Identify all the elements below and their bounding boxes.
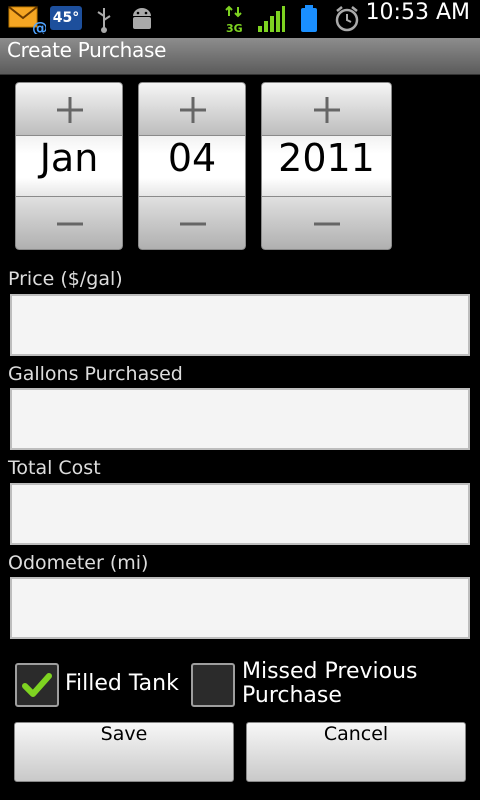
network-type-label: 3G <box>226 22 243 34</box>
day-increment-button[interactable] <box>138 82 246 136</box>
status-clock: 10:53 AM <box>365 0 470 25</box>
filled-tank-checkbox[interactable] <box>15 663 59 707</box>
save-button[interactable]: Save <box>14 722 234 782</box>
day-decrement-button[interactable] <box>138 196 246 250</box>
month-decrement-button[interactable] <box>15 196 123 250</box>
price-label: Price ($/gal) <box>8 268 123 290</box>
day-value[interactable]: 04 <box>138 136 246 196</box>
missed-previous-label[interactable]: Missed Previous Purchase <box>242 660 417 708</box>
year-decrement-button[interactable] <box>261 196 392 250</box>
odometer-label: Odometer (mi) <box>8 552 149 574</box>
weather-temperature-badge: 45° <box>50 6 82 30</box>
plus-icon <box>57 97 83 123</box>
year-picker: 2011 <box>261 82 392 250</box>
month-value[interactable]: Jan <box>15 136 123 196</box>
day-picker: 04 <box>138 82 246 250</box>
gallons-input[interactable] <box>10 388 470 450</box>
total-cost-input[interactable] <box>10 483 470 545</box>
battery-icon <box>298 4 320 34</box>
year-value[interactable]: 2011 <box>261 136 392 196</box>
minus-icon <box>314 222 340 226</box>
svg-text:@: @ <box>32 18 46 34</box>
missed-previous-label-line1: Missed Previous <box>242 659 418 684</box>
total-cost-label: Total Cost <box>8 457 101 479</box>
cancel-button[interactable]: Cancel <box>246 722 466 782</box>
email-notification-icon: @ <box>8 4 48 37</box>
year-increment-button[interactable] <box>261 82 392 136</box>
plus-icon <box>180 97 206 123</box>
title-bar: Create Purchase <box>0 38 480 75</box>
minus-icon <box>180 222 206 226</box>
alarm-icon <box>334 4 360 34</box>
gallons-label: Gallons Purchased <box>8 363 183 385</box>
android-debug-icon <box>130 4 154 34</box>
signal-icon <box>256 4 286 34</box>
month-picker: Jan <box>15 82 123 250</box>
odometer-input[interactable] <box>10 577 470 639</box>
network-3g-icon: 3G <box>224 4 246 35</box>
status-bar: @ 45° 3G <box>0 0 480 38</box>
minus-icon <box>57 222 83 226</box>
price-input[interactable] <box>10 294 470 356</box>
missed-previous-checkbox[interactable] <box>191 663 235 707</box>
usb-icon <box>94 4 114 34</box>
checkmark-icon <box>22 673 52 697</box>
missed-previous-label-line2: Purchase <box>242 683 342 708</box>
plus-icon <box>314 97 340 123</box>
filled-tank-label[interactable]: Filled Tank <box>65 672 179 696</box>
page-title: Create Purchase <box>7 38 167 62</box>
month-increment-button[interactable] <box>15 82 123 136</box>
